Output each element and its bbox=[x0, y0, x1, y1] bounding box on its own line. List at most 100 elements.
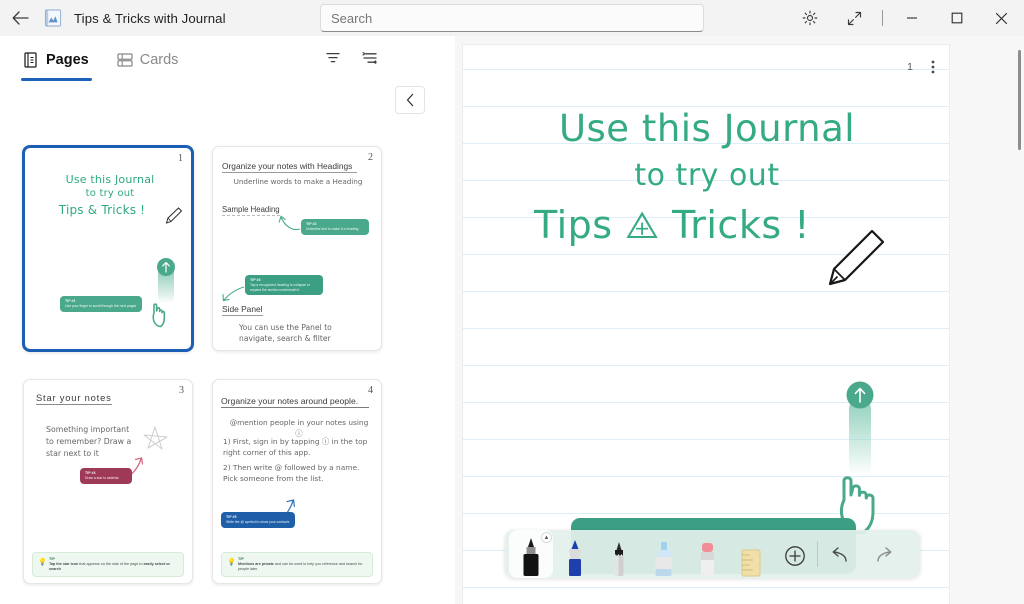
journal-app-icon bbox=[40, 0, 66, 36]
sort-button[interactable] bbox=[355, 44, 383, 72]
thumb3-body: Something important to remember? Draw a … bbox=[46, 425, 132, 458]
page-header: 1 bbox=[907, 57, 943, 77]
pages-icon bbox=[24, 52, 37, 68]
sidebar-tabstrip: Pages Cards bbox=[0, 36, 455, 84]
canvas-page-number: 1 bbox=[907, 61, 913, 73]
filter-icon bbox=[326, 52, 340, 63]
chevron-up-icon[interactable]: ▲ bbox=[541, 532, 552, 543]
page-number: 4 bbox=[368, 385, 373, 396]
black-pen-tool[interactable]: ▲ bbox=[509, 530, 553, 578]
callout-body: Tap a recognized heading to collapse or … bbox=[250, 283, 310, 292]
hand-drawn-star-icon bbox=[143, 426, 168, 450]
more-options-button[interactable] bbox=[923, 57, 943, 77]
redo-button[interactable] bbox=[862, 530, 906, 578]
note-line-2: to try out bbox=[634, 158, 780, 193]
search-input[interactable]: Search bbox=[320, 4, 704, 32]
redo-icon bbox=[871, 534, 897, 578]
close-icon bbox=[995, 12, 1008, 24]
callout-body: Underline text to make it a heading bbox=[306, 227, 359, 231]
search-placeholder: Search bbox=[331, 10, 373, 26]
eraser-icon bbox=[701, 543, 714, 576]
sort-icon bbox=[361, 52, 377, 64]
up-arrow-circle-icon bbox=[846, 381, 874, 409]
thumb4-step-2: 2) Then write @ followed by a name. Pick… bbox=[223, 463, 360, 483]
window-title: Tips & Tricks with Journal bbox=[74, 10, 226, 26]
divider bbox=[882, 10, 883, 26]
plus-circle-icon bbox=[782, 534, 808, 578]
maximize-button[interactable] bbox=[934, 0, 979, 36]
undo-button[interactable] bbox=[818, 530, 862, 578]
filter-button[interactable] bbox=[319, 44, 347, 72]
thumbnail-page-2[interactable]: 2 Organize your notes with Headings Unde… bbox=[212, 146, 382, 351]
vertical-scrollbar[interactable] bbox=[1018, 50, 1021, 150]
title-bar: Tips & Tricks with Journal Search bbox=[0, 0, 1024, 36]
highlighter-icon bbox=[655, 542, 672, 576]
pointing-hand-icon bbox=[152, 303, 166, 328]
maximize-icon bbox=[951, 12, 962, 24]
window-controls bbox=[788, 0, 1024, 36]
add-tool-button[interactable] bbox=[773, 530, 817, 578]
scroll-gesture-hint bbox=[833, 380, 949, 540]
thumbnail-grid: 1 Use this Journal to try out Tips & Tri… bbox=[0, 84, 455, 604]
thumb2-sample-heading: Sample Heading bbox=[222, 205, 280, 216]
expand-diagonal-icon bbox=[847, 11, 861, 25]
minimize-button[interactable] bbox=[889, 0, 934, 36]
toolbar-tray: ▲ bbox=[505, 530, 920, 578]
thumb3-callout: TIP #4 Draw a star to asterisk bbox=[80, 468, 132, 484]
pages-sidebar: Pages Cards 1 Use this Journal to try ou… bbox=[0, 36, 455, 604]
thumb1-line-1: Use this Journal bbox=[65, 173, 155, 186]
thumbnail-page-4[interactable]: 4 Organize your notes around people. @me… bbox=[212, 379, 382, 584]
tab-cards-label: Cards bbox=[139, 52, 179, 68]
note-line-1: Use this Journal bbox=[558, 107, 856, 150]
back-button[interactable] bbox=[0, 0, 40, 36]
ruler-tool[interactable] bbox=[729, 530, 773, 578]
thumb2-section-body: You can use the Panel to navigate, searc… bbox=[239, 323, 332, 343]
thumb2-subtitle: Underline words to make a Heading bbox=[233, 177, 363, 186]
journal-page[interactable]: 1 Use this Journal to try out Tips ⨹ Tri… bbox=[462, 44, 950, 604]
tip-bold: Mentions are private bbox=[238, 562, 274, 566]
thumb4-callout: TIP #5 Write the @ symbol to show your c… bbox=[221, 512, 295, 528]
pen-black-icon bbox=[523, 538, 539, 576]
blue-pen-tool[interactable] bbox=[553, 530, 597, 578]
callout-body: Draw a star to asterisk bbox=[85, 476, 119, 480]
lightbulb-icon: 💡 bbox=[38, 559, 47, 566]
cards-icon bbox=[117, 53, 133, 67]
fullscreen-button[interactable] bbox=[832, 0, 876, 36]
callout-body: Use your finger to scroll through the ne… bbox=[65, 304, 137, 308]
lightbulb-icon: 💡 bbox=[227, 559, 236, 566]
gear-icon bbox=[802, 10, 818, 26]
back-arrow-icon bbox=[12, 11, 29, 25]
undo-icon bbox=[827, 534, 853, 578]
tab-cards[interactable]: Cards bbox=[113, 36, 183, 84]
curved-arrow-icon-2 bbox=[222, 286, 245, 302]
eraser-tool[interactable] bbox=[685, 530, 729, 578]
up-arrow-circle-icon bbox=[157, 258, 175, 276]
tip-bold: Tap the star icon bbox=[49, 562, 79, 566]
pen-sticker-icon bbox=[828, 229, 885, 286]
pencil-tool[interactable] bbox=[597, 530, 641, 578]
minimize-icon bbox=[906, 17, 917, 19]
thumb2-callout-1: TIP #2 Underline text to make it a headi… bbox=[301, 219, 369, 235]
thumbnail-page-3[interactable]: 3 Star your notes Something important to… bbox=[23, 379, 193, 584]
page-number: 3 bbox=[179, 385, 184, 396]
thumb2-heading: Organize your notes with Headings bbox=[222, 161, 357, 173]
sidebar-actions bbox=[319, 44, 383, 72]
ruler-icon bbox=[741, 549, 761, 577]
thumb3-heading: Star your notes bbox=[36, 392, 112, 405]
highlighter-tool[interactable] bbox=[641, 530, 685, 578]
thumb1-line-2: to try out bbox=[85, 188, 135, 199]
thumbnail-page-1[interactable]: 1 Use this Journal to try out Tips & Tri… bbox=[23, 146, 193, 351]
settings-button[interactable] bbox=[788, 0, 832, 36]
close-button[interactable] bbox=[979, 0, 1024, 36]
page-number: 1 bbox=[178, 153, 183, 164]
ink-toolbar: ▲ bbox=[503, 518, 923, 582]
thumb4-step-1: 1) First, sign in by tapping ⓘ in the to… bbox=[223, 437, 368, 457]
tab-pages[interactable]: Pages bbox=[20, 36, 93, 84]
tab-pages-label: Pages bbox=[46, 52, 89, 68]
canvas-area: 1 Use this Journal to try out Tips ⨹ Tri… bbox=[455, 36, 1024, 604]
thumb4-heading: Organize your notes around people. bbox=[221, 396, 369, 408]
pencil-icon bbox=[614, 542, 624, 576]
pen-icon bbox=[165, 207, 183, 224]
more-options-icon bbox=[931, 60, 935, 74]
callout-body: Write the @ symbol to show your contacts bbox=[226, 520, 290, 524]
